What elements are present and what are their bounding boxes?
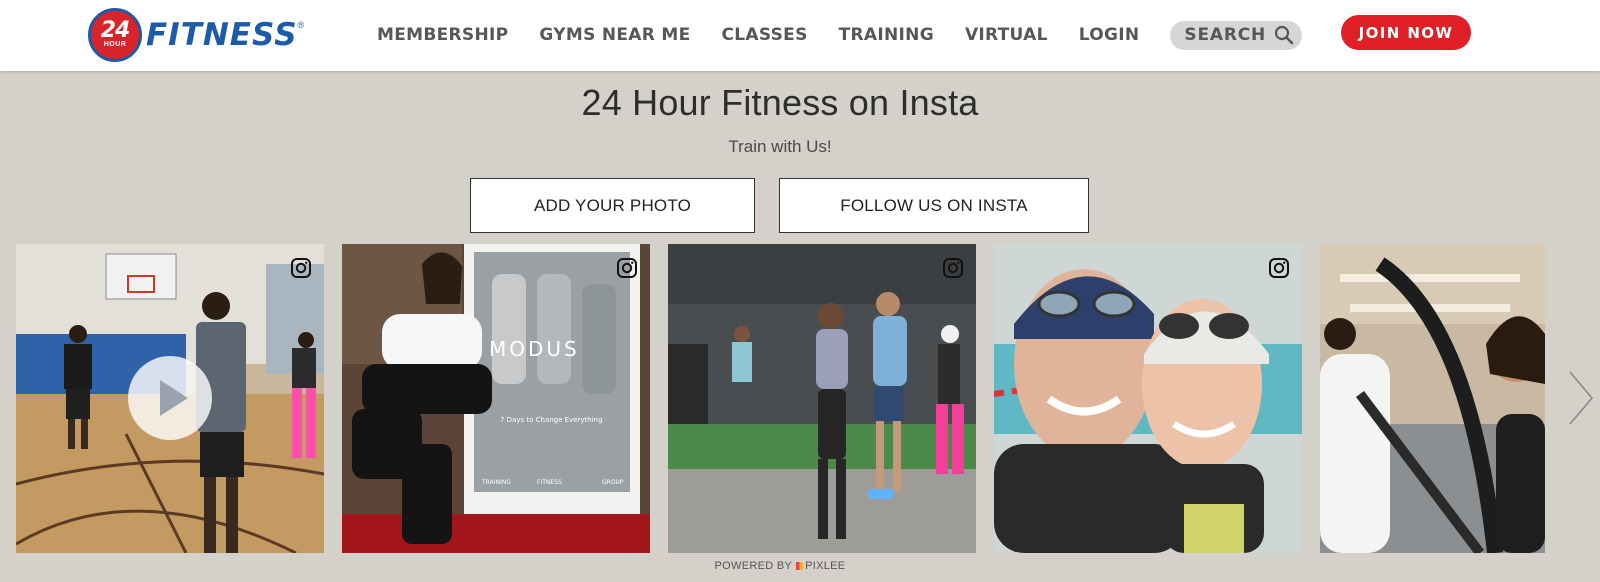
section-title: 24 Hour Fitness on Insta [581,82,979,123]
play-button[interactable] [128,356,212,440]
modus-sign-footer-left: TRAINING [481,479,511,486]
powered-by-pixlee[interactable]: POWERED BY PIXLEE [0,560,1560,572]
pixlee-brand: PIXLEE [805,560,846,572]
instagram-icon [1269,258,1289,278]
search-label: SEARCH [1184,25,1267,45]
search-icon [1274,25,1294,45]
modus-sign-footer-right: GROUP [602,479,624,486]
logo-number: 24 [100,18,131,43]
logo-wordmark: FITNESS [146,17,298,53]
photo-tile-basketball[interactable] [16,244,324,553]
nav-login[interactable]: LOGIN [1079,25,1140,45]
outdoor-class-photo [668,244,976,553]
photo-tile-gym[interactable] [1320,244,1545,553]
nav-gyms-near-me[interactable]: GYMS NEAR ME [539,25,690,45]
logo-hour: HOUR [103,41,127,48]
carousel-next-arrow-icon[interactable] [1566,368,1596,428]
powered-by-label: POWERED BY [714,560,793,572]
nav-classes[interactable]: CLASSES [721,25,807,45]
instagram-icon [617,258,637,278]
photo-tile-modus[interactable]: MODUS 7 Days to Change Everything TRAINI… [342,244,650,553]
search-button[interactable]: SEARCH [1170,20,1303,50]
join-now-button[interactable]: JOIN NOW [1341,15,1471,50]
logo[interactable]: 24 HOUR FITNESS ® [88,8,304,62]
swim-selfie-photo [994,244,1302,553]
follow-insta-button[interactable]: FOLLOW US ON INSTA [779,178,1089,233]
site-header: 24 HOUR FITNESS ® MEMBERSHIP GYMS NEAR M… [0,0,1600,71]
logo-registered-mark: ® [297,20,305,30]
modus-sign-footer-center: FITNESS [537,479,562,486]
add-photo-button[interactable]: ADD YOUR PHOTO [470,178,755,233]
nav-training[interactable]: TRAINING [839,25,934,45]
pixlee-logo-icon [796,562,804,570]
photo-tile-swim-selfie[interactable] [994,244,1302,553]
nav-membership[interactable]: MEMBERSHIP [377,25,508,45]
modus-sign-tagline: 7 Days to Change Everything [500,416,603,424]
gym-photo [1320,244,1545,553]
main-nav: MEMBERSHIP GYMS NEAR ME CLASSES TRAINING… [377,20,1303,50]
section-subtitle: Train with Us! [728,137,832,156]
nav-virtual[interactable]: VIRTUAL [965,25,1048,45]
logo-badge: 24 HOUR [88,8,142,62]
photo-tile-outdoor-class[interactable] [668,244,976,553]
instagram-icon [291,258,311,278]
modus-sign-text: MODUS [489,337,580,361]
modus-photo: MODUS 7 Days to Change Everything TRAINI… [342,244,650,553]
instagram-icon [943,258,963,278]
